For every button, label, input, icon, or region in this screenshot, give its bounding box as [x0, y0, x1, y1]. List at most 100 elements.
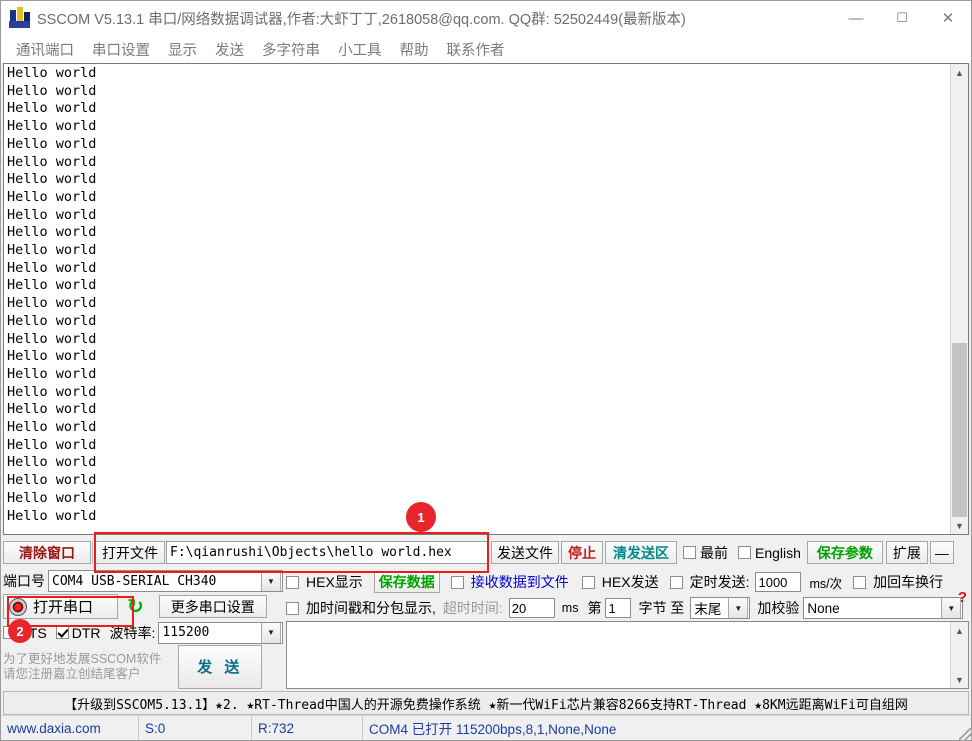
port-select[interactable]: COM4 USB-SERIAL CH340 ▼ [48, 570, 283, 592]
scroll-up-icon[interactable]: ▲ [951, 64, 968, 81]
dtr-checkbox[interactable] [55, 626, 69, 640]
send-interval-input[interactable]: 1000 [755, 572, 802, 592]
status-website[interactable]: www.daxia.com [1, 716, 139, 740]
menu-item-send[interactable]: 发送 [206, 39, 253, 60]
receive-line: Hello world [7, 277, 97, 294]
promo-ticker[interactable]: 【升级到SSCOM5.13.1】★2. ★RT-Thread中国人的开源免费操作… [3, 691, 969, 715]
save-to-file-checkbox[interactable] [450, 575, 464, 589]
scroll-down-icon[interactable]: ▼ [951, 517, 968, 534]
status-connection: COM4 已打开 115200bps,8,1,None,None [369, 722, 617, 737]
menu-item-tools[interactable]: 小工具 [329, 39, 391, 60]
menu-item-multi-string[interactable]: 多字符串 [253, 39, 329, 60]
timestamp-checkbox[interactable] [286, 601, 299, 615]
file-path-input[interactable]: F:\qianrushi\Objects\hello world.hex [166, 541, 488, 564]
menu-item-display[interactable]: 显示 [159, 39, 206, 60]
title-bar: SSCOM V5.13.1 串口/网络数据调试器,作者:大虾丁丁,2618058… [1, 1, 971, 35]
resize-grip-icon[interactable] [953, 716, 971, 740]
scroll-track[interactable] [951, 639, 968, 671]
minimize-button[interactable]: — [833, 1, 879, 35]
crlf-checkbox[interactable] [853, 575, 867, 589]
open-port-button[interactable]: 打开串口 [3, 594, 118, 620]
promo-text: 为了更好地发展SSCOM软件 请您注册嘉立创结尾客户 [3, 652, 161, 682]
timeout-input[interactable]: 20 [508, 598, 555, 618]
sscom-logo-icon [9, 7, 31, 29]
promo-line-2: 请您注册嘉立创结尾客户 [3, 666, 141, 681]
window-title: SSCOM V5.13.1 串口/网络数据调试器,作者:大虾丁丁,2618058… [37, 11, 686, 28]
chevron-down-icon[interactable]: ▼ [728, 598, 749, 618]
menu-item-contact[interactable]: 联系作者 [438, 39, 514, 60]
menu-item-port-settings[interactable]: 串口设置 [83, 39, 159, 60]
receive-panel: Hello world Hello world Hello world Hello w… [3, 63, 969, 535]
port-select-value: COM4 USB-SERIAL CH340 [52, 573, 217, 589]
hex-display-checkbox[interactable] [286, 575, 299, 589]
open-file-button[interactable]: 打开文件 [95, 541, 165, 564]
app-window: SSCOM V5.13.1 串口/网络数据调试器,作者:大虾丁丁,2618058… [0, 0, 972, 741]
byte-end-select[interactable]: 末尾 ▼ [690, 597, 751, 619]
receive-line: Hello world [7, 259, 97, 276]
clear-send-area-button[interactable]: 清发送区 [605, 541, 677, 564]
receive-line: Hello world [7, 295, 97, 312]
hex-send-checkbox[interactable] [581, 575, 595, 589]
annotation-badge-1: 1 [406, 502, 436, 532]
promo-line-1: 为了更好地发展SSCOM软件 [3, 651, 162, 666]
port-status-icon [9, 597, 27, 616]
more-port-settings-button[interactable]: 更多串口设置 [158, 595, 267, 619]
save-to-file-label: 接收数据到文件 [470, 574, 569, 590]
send-button[interactable]: 发 送 [178, 644, 263, 689]
baud-label: 波特率: [109, 624, 156, 641]
receive-line: Hello world [7, 383, 97, 400]
receive-text-area[interactable]: Hello world Hello world Hello world Hello w… [4, 64, 950, 534]
timestamp-label: 加时间戳和分包显示, [306, 600, 436, 616]
byte-start-input[interactable]: 1 [605, 598, 632, 618]
save-data-button[interactable]: 保存数据 [373, 571, 440, 593]
checksum-value: None [807, 600, 840, 616]
scroll-track[interactable] [951, 81, 968, 517]
send-file-button[interactable]: 发送文件 [491, 541, 559, 564]
crlf-label: 加回车换行 [873, 574, 944, 590]
scroll-down-icon[interactable]: ▼ [951, 671, 968, 688]
menu-item-help[interactable]: 帮助 [391, 39, 438, 60]
divider [92, 541, 93, 564]
receive-scrollbar[interactable]: ▲ ▼ [950, 64, 968, 534]
stop-button[interactable]: 停止 [561, 541, 603, 564]
maximize-button[interactable]: ☐ [879, 1, 925, 35]
flow-control-row: RTS DTR 波特率: 115200 ▼ [3, 621, 283, 645]
receive-line: Hello world [7, 312, 97, 329]
timed-send-checkbox[interactable] [669, 575, 683, 589]
close-button[interactable]: ✕ [925, 1, 971, 35]
receive-line: Hello world [7, 472, 97, 489]
english-checkbox-box[interactable] [738, 546, 751, 559]
receive-line: Hello world [7, 436, 97, 453]
topmost-checkbox-box[interactable] [683, 546, 696, 559]
extend-button[interactable]: 扩展 [885, 541, 928, 564]
menu-item-comm-port[interactable]: 通讯端口 [7, 39, 83, 60]
chevron-down-icon[interactable]: ▼ [261, 571, 281, 591]
english-label: English [755, 544, 801, 561]
checksum-select[interactable]: None ▼ [803, 597, 964, 619]
receive-options-row: HEX显示 保存数据 接收数据到文件 HEX发送 定时发送: 1000 ms/次… [286, 569, 969, 595]
scroll-up-icon[interactable]: ▲ [951, 622, 968, 639]
send-text-area[interactable] [287, 622, 950, 688]
receive-line: Hello world [7, 118, 97, 135]
scroll-thumb[interactable] [952, 342, 967, 517]
receive-line: Hello world [7, 153, 97, 170]
english-checkbox[interactable]: English [738, 545, 801, 561]
receive-line: Hello world [7, 401, 97, 418]
collapse-button[interactable]: — [929, 541, 954, 564]
help-question-icon[interactable]: ? [958, 589, 967, 606]
window-controls: — ☐ ✕ [833, 1, 971, 35]
clear-window-button[interactable]: 清除窗口 [3, 541, 91, 564]
toolbar-row: 1 清除窗口 打开文件 F:\qianrushi\Objects\hello w… [3, 502, 969, 573]
refresh-icon[interactable]: ↻ [127, 597, 144, 617]
topmost-checkbox[interactable]: 最前 [683, 543, 728, 563]
chevron-down-icon[interactable]: ▼ [261, 622, 281, 643]
receive-line: Hello world [7, 507, 97, 524]
baud-select-value: 115200 [162, 625, 210, 641]
status-bar: www.daxia.com S:0 R:732 COM4 已打开 115200b… [1, 715, 971, 740]
save-params-button[interactable]: 保存参数 [806, 541, 883, 564]
data-options-panel: HEX显示 保存数据 接收数据到文件 HEX发送 定时发送: 1000 ms/次… [286, 569, 969, 689]
receive-line: Hello world [7, 206, 97, 223]
baud-select[interactable]: 115200 ▼ [158, 621, 283, 644]
send-scrollbar[interactable]: ▲ ▼ [950, 622, 968, 688]
receive-line: Hello world [7, 82, 97, 99]
